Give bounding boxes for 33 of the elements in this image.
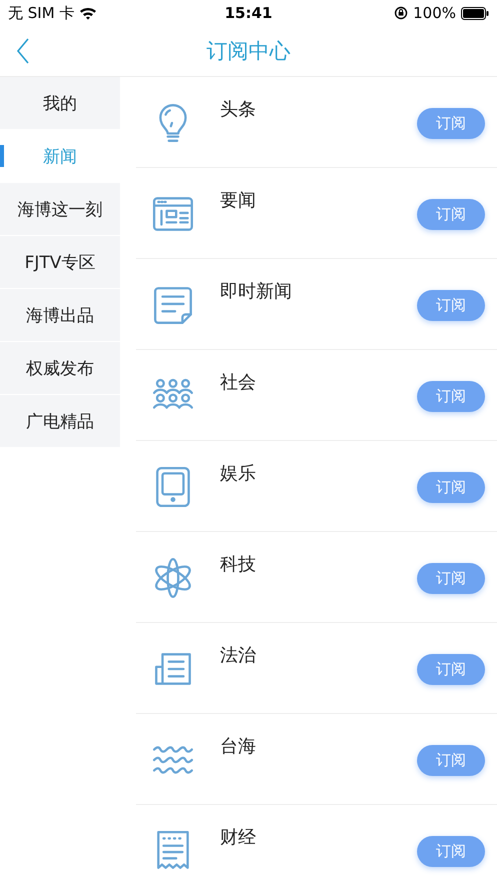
sidebar-item[interactable]: 广电精品 bbox=[0, 395, 120, 447]
channel-name: 头条 bbox=[220, 98, 257, 121]
sidebar-item[interactable]: 海博出品 bbox=[0, 289, 120, 341]
sidebar-item[interactable]: 海博这一刻 bbox=[0, 183, 120, 235]
subscribe-button[interactable]: 订阅 bbox=[417, 836, 485, 867]
channel-name: 法治 bbox=[220, 644, 257, 667]
channel-name: 即时新闻 bbox=[220, 280, 293, 303]
sidebar-item[interactable]: 权威发布 bbox=[0, 342, 120, 394]
sidebar-item[interactable]: FJTV专区 bbox=[0, 236, 120, 288]
subscribe-button[interactable]: 订阅 bbox=[417, 654, 485, 685]
subscribe-button[interactable]: 订阅 bbox=[417, 199, 485, 230]
subscribe-button[interactable]: 订阅 bbox=[417, 745, 485, 776]
battery-icon bbox=[461, 6, 489, 20]
carrier-text: 无 SIM 卡 bbox=[8, 4, 74, 22]
subscribe-button[interactable]: 订阅 bbox=[417, 290, 485, 321]
wifi-icon bbox=[79, 6, 98, 20]
page-title: 订阅中心 bbox=[206, 38, 290, 65]
subscribe-button[interactable]: 订阅 bbox=[417, 381, 485, 412]
channel-name: 科技 bbox=[220, 553, 257, 576]
subscribe-button[interactable]: 订阅 bbox=[417, 563, 485, 594]
sidebar-item[interactable]: 我的 bbox=[0, 77, 120, 129]
channel-name: 娱乐 bbox=[220, 462, 257, 485]
rotation-lock-icon bbox=[394, 6, 408, 20]
clock-text: 15:41 bbox=[224, 4, 272, 22]
channel-name: 社会 bbox=[220, 371, 257, 394]
back-chevron-icon bbox=[16, 38, 30, 64]
battery-percent-text: 100% bbox=[413, 4, 456, 22]
subscribe-button[interactable]: 订阅 bbox=[417, 108, 485, 139]
channel-name: 要闻 bbox=[220, 189, 257, 212]
subscribe-button[interactable]: 订阅 bbox=[417, 472, 485, 503]
channel-name: 财经 bbox=[220, 826, 257, 849]
channel-name: 台海 bbox=[220, 735, 257, 758]
selection-indicator bbox=[0, 145, 4, 167]
